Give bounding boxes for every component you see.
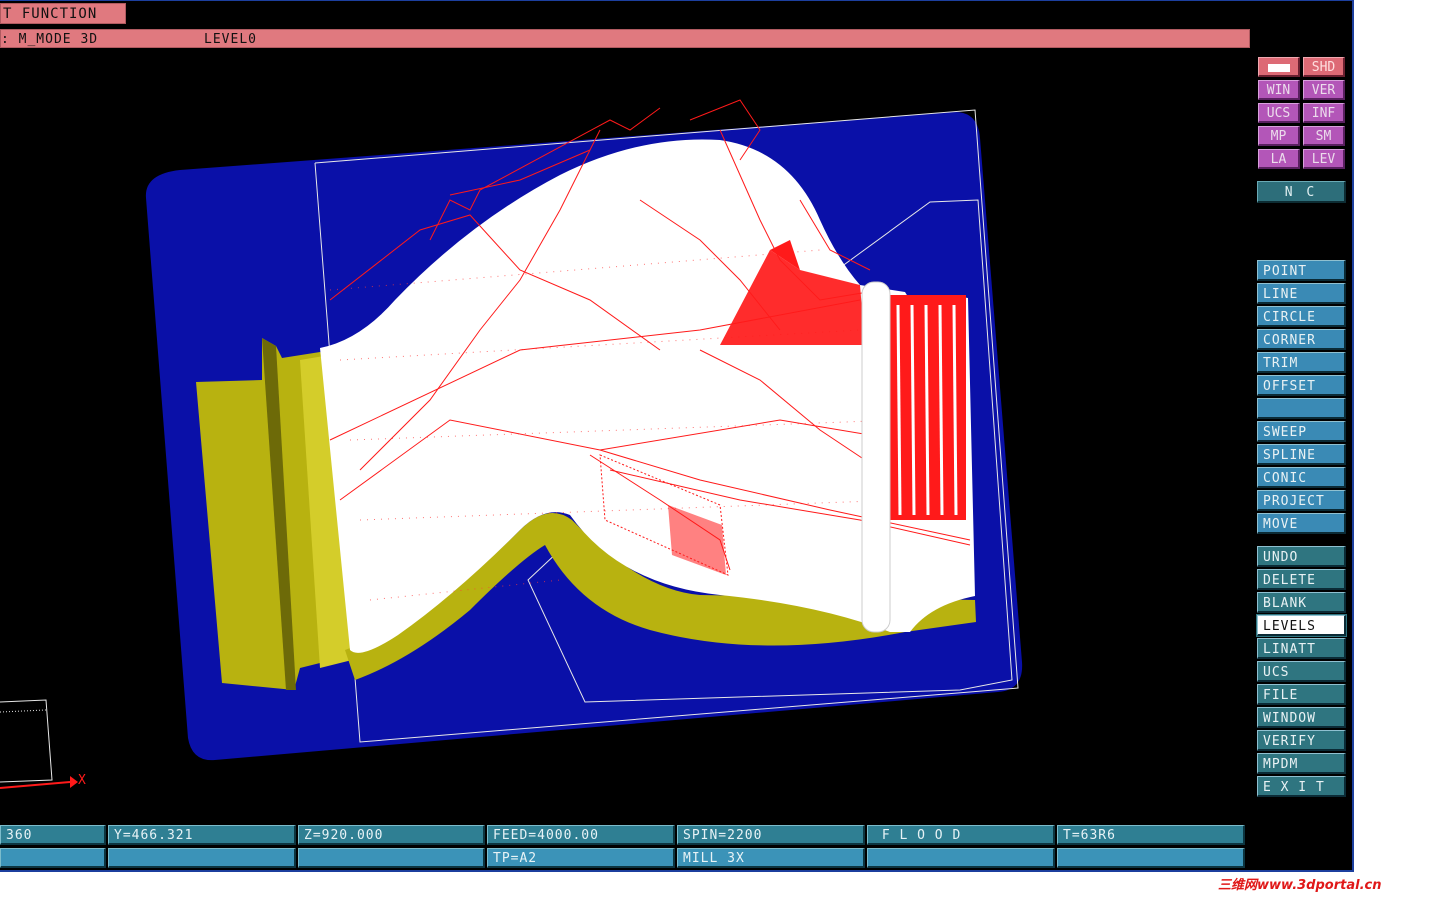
menu-item-move[interactable]: MOVE bbox=[1257, 513, 1346, 534]
cad-screen: T FUNCTION : M_MODE 3D LEVEL0 X SHD WIN … bbox=[0, 0, 1354, 872]
menu-item-file[interactable]: FILE bbox=[1257, 684, 1346, 705]
sm-button[interactable]: SM bbox=[1303, 126, 1345, 146]
color-swatch-button[interactable] bbox=[1258, 57, 1300, 77]
mode-bar: : M_MODE 3D LEVEL0 bbox=[0, 29, 1250, 48]
status-x-secondary bbox=[0, 848, 106, 868]
status-feed-secondary: TP=A2 bbox=[487, 848, 675, 868]
lev-button[interactable]: LEV bbox=[1303, 149, 1345, 169]
status-y: Y=466.321 bbox=[108, 825, 296, 845]
menu-item-point[interactable]: POINT bbox=[1257, 260, 1346, 281]
menu-item-undo[interactable]: UNDO bbox=[1257, 546, 1346, 567]
nc-button[interactable]: N C bbox=[1257, 181, 1346, 203]
menu-item-project[interactable]: PROJECT bbox=[1257, 490, 1346, 511]
ucs-button[interactable]: UCS bbox=[1258, 103, 1300, 123]
status-z: Z=920.000 bbox=[298, 825, 485, 845]
window-border-bottom bbox=[0, 870, 1354, 872]
menu-item-exit[interactable]: E X I T bbox=[1257, 776, 1346, 797]
ucs-axis-indicator: X bbox=[0, 699, 86, 789]
status-coolant: F L O O D bbox=[867, 825, 1055, 845]
menu-item-offset[interactable]: OFFSET bbox=[1257, 375, 1346, 396]
status-z-secondary bbox=[298, 848, 485, 868]
menu-item-verify[interactable]: VERIFY bbox=[1257, 730, 1346, 751]
watermark: 三维网www.3dportal.cn bbox=[1218, 878, 1382, 893]
menu-item-window[interactable]: WINDOW bbox=[1257, 707, 1346, 728]
status-feed: FEED=4000.00 bbox=[487, 825, 675, 845]
status-spin: SPIN=2200 bbox=[677, 825, 865, 845]
graphics-viewport[interactable]: X bbox=[0, 50, 1252, 820]
menu-item-circle[interactable]: CIRCLE bbox=[1257, 306, 1346, 327]
x-axis-label: X bbox=[78, 773, 86, 788]
inf-button[interactable]: INF bbox=[1303, 103, 1345, 123]
menu-item-corner[interactable]: CORNER bbox=[1257, 329, 1346, 350]
ver-button[interactable]: VER bbox=[1303, 80, 1345, 100]
menu-item-linatt[interactable]: LINATT bbox=[1257, 638, 1346, 659]
status-coolant-secondary bbox=[867, 848, 1055, 868]
window-border-top bbox=[0, 0, 1354, 1]
la-button[interactable]: LA bbox=[1258, 149, 1300, 169]
shd-button[interactable]: SHD bbox=[1303, 57, 1345, 77]
menu-item-levels[interactable]: LEVELS bbox=[1256, 614, 1347, 637]
menu-item-mpdm[interactable]: MPDM bbox=[1257, 753, 1346, 774]
window-border-right bbox=[1352, 0, 1354, 872]
menu-item-delete[interactable]: DELETE bbox=[1257, 569, 1346, 590]
menu-item-sweep[interactable]: SWEEP bbox=[1257, 421, 1346, 442]
white-swatch-icon bbox=[1267, 63, 1290, 72]
win-button[interactable]: WIN bbox=[1258, 80, 1300, 100]
status-tool-secondary bbox=[1057, 848, 1245, 868]
status-y-secondary bbox=[108, 848, 296, 868]
menu-item-conic[interactable]: CONIC bbox=[1257, 467, 1346, 488]
status-x: 360 bbox=[0, 825, 106, 845]
menu-item-spline[interactable]: SPLINE bbox=[1257, 444, 1346, 465]
mp-button[interactable]: MP bbox=[1258, 126, 1300, 146]
status-tool: T=63R6 bbox=[1057, 825, 1245, 845]
status-spin-secondary: MILL 3X bbox=[677, 848, 865, 868]
menu-item-line[interactable]: LINE bbox=[1257, 283, 1346, 304]
menu-item-blank-slot[interactable] bbox=[1257, 398, 1346, 419]
function-title: T FUNCTION bbox=[0, 3, 126, 24]
menu-item-blank[interactable]: BLANK bbox=[1257, 592, 1346, 613]
menu-item-ucs[interactable]: UCS bbox=[1257, 661, 1346, 682]
menu-item-trim[interactable]: TRIM bbox=[1257, 352, 1346, 373]
